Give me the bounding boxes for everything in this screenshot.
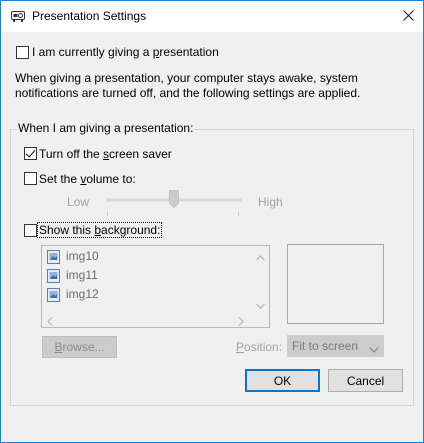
scroll-right-icon[interactable] <box>238 315 244 327</box>
position-label: Position: <box>236 340 283 354</box>
chevron-down-icon <box>369 342 379 356</box>
dialog-content: I am currently giving a presentation Whe… <box>1 32 423 442</box>
position-select-value: Fit to screen <box>292 339 359 353</box>
volume-low-label: Low <box>67 195 90 209</box>
background-label[interactable]: Show this background: <box>36 222 163 238</box>
scroll-up-icon[interactable] <box>256 250 265 264</box>
screensaver-checkbox[interactable] <box>24 147 37 160</box>
image-file-icon <box>47 269 60 283</box>
scroll-left-icon[interactable] <box>47 315 53 327</box>
list-vertical-scrollbar[interactable] <box>252 246 269 309</box>
slider-tick <box>238 212 239 216</box>
scroll-corner <box>252 310 269 327</box>
window-title: Presentation Settings <box>32 9 147 23</box>
image-file-icon <box>47 288 60 302</box>
screensaver-label[interactable]: Turn off the screen saver <box>39 147 172 161</box>
volume-label[interactable]: Set the volume to: <box>39 172 136 186</box>
list-horizontal-scrollbar[interactable] <box>42 310 252 327</box>
group-legend: When I am giving a presentation: <box>17 121 195 135</box>
close-icon <box>402 9 414 24</box>
position-select[interactable]: Fit to screen <box>287 335 384 357</box>
background-checkbox[interactable] <box>24 224 37 237</box>
volume-high-label: High <box>258 195 283 209</box>
image-file-icon <box>47 250 60 264</box>
background-preview <box>287 244 384 324</box>
presentation-settings-window: Presentation Settings I am currently giv… <box>0 0 424 443</box>
presentation-projector-icon <box>11 11 25 22</box>
giving-presentation-checkbox[interactable] <box>16 46 29 59</box>
background-image-list[interactable]: img10 img11 img12 img13 <box>41 245 270 328</box>
giving-presentation-label[interactable]: I am currently giving a presentation <box>32 45 219 59</box>
browse-button[interactable]: Browse... <box>42 336 117 358</box>
volume-checkbox[interactable] <box>24 172 37 185</box>
close-button[interactable] <box>393 1 423 32</box>
slider-tick <box>107 212 108 216</box>
volume-slider-thumb[interactable] <box>169 190 179 209</box>
description-line-2: notifications are turned off, and the fo… <box>15 86 361 100</box>
title-bar: Presentation Settings <box>1 1 423 32</box>
ok-button[interactable]: OK <box>245 369 320 392</box>
description-line-1: When giving a presentation, your compute… <box>15 71 358 85</box>
cancel-button[interactable]: Cancel <box>328 369 403 392</box>
